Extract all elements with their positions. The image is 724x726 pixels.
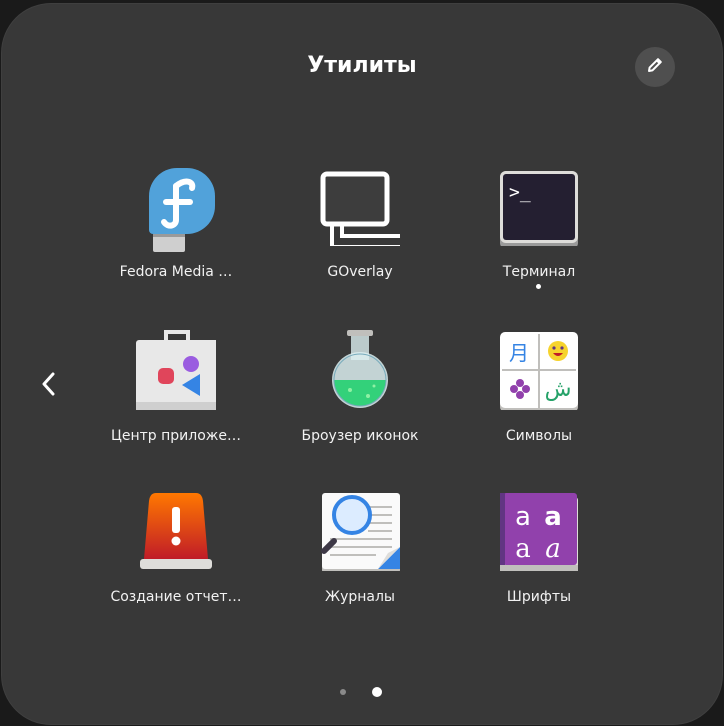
app-label: Терминал bbox=[502, 264, 576, 280]
running-indicator bbox=[536, 284, 541, 289]
font-sample-glyph: a bbox=[544, 502, 562, 532]
app-tile-goverlay[interactable]: GOverlay bbox=[285, 166, 435, 316]
app-tile-icon-browser[interactable]: Броузер иконок bbox=[285, 330, 435, 480]
app-label: Центр приложе… bbox=[110, 428, 241, 444]
app-label: Шрифты bbox=[506, 589, 572, 605]
logs-icon bbox=[320, 491, 400, 573]
app-tile-software[interactable]: Центр приложе… bbox=[101, 330, 251, 480]
app-label: Символы bbox=[505, 428, 573, 444]
page-dot-2-active[interactable] bbox=[372, 687, 382, 697]
app-tile-logs[interactable]: Журналы bbox=[285, 491, 435, 641]
arabic-glyph: ش bbox=[545, 377, 572, 402]
font-sample-glyph: a bbox=[545, 534, 561, 564]
chevron-left-icon bbox=[41, 371, 57, 401]
pencil-icon bbox=[646, 56, 664, 78]
font-sample-glyph: a bbox=[515, 502, 531, 532]
app-label: Броузер иконок bbox=[301, 428, 419, 444]
app-tile-terminal[interactable]: >_ Терминал bbox=[464, 166, 614, 316]
app-label: GOverlay bbox=[327, 264, 393, 280]
app-label: Журналы bbox=[325, 589, 395, 605]
characters-icon: 月 ش bbox=[499, 330, 579, 412]
folder-title: Утилиты bbox=[307, 53, 417, 78]
terminal-prompt-glyph: >_ bbox=[509, 182, 531, 203]
app-tile-fedora-media-writer[interactable]: Fedora Media … bbox=[101, 166, 251, 316]
page-indicator bbox=[1, 687, 723, 697]
terminal-icon: >_ bbox=[499, 166, 579, 249]
app-tile-fonts[interactable]: a a a a Шрифты bbox=[464, 491, 614, 641]
page-dot-1[interactable] bbox=[340, 689, 346, 695]
cjk-glyph: 月 bbox=[509, 341, 529, 365]
app-tile-problem-reporting[interactable]: Создание отчет… bbox=[101, 491, 251, 641]
app-label: Fedora Media … bbox=[119, 264, 233, 280]
app-folder-popup: Утилиты Fedora Media … GOverlay >_ Терми… bbox=[1, 3, 723, 725]
fedora-media-writer-icon bbox=[136, 166, 216, 252]
problem-reporting-icon bbox=[136, 491, 216, 571]
software-center-icon bbox=[136, 330, 220, 410]
font-sample-glyph: a bbox=[515, 534, 531, 564]
app-label: Создание отчет… bbox=[110, 589, 242, 605]
app-tile-characters[interactable]: 月 ش Символы bbox=[464, 330, 614, 480]
icon-browser-icon bbox=[320, 330, 400, 410]
goverlay-icon bbox=[320, 166, 410, 249]
previous-page-button[interactable] bbox=[34, 368, 64, 404]
fonts-icon: a a a a bbox=[499, 491, 579, 573]
rename-folder-button[interactable] bbox=[635, 47, 675, 87]
